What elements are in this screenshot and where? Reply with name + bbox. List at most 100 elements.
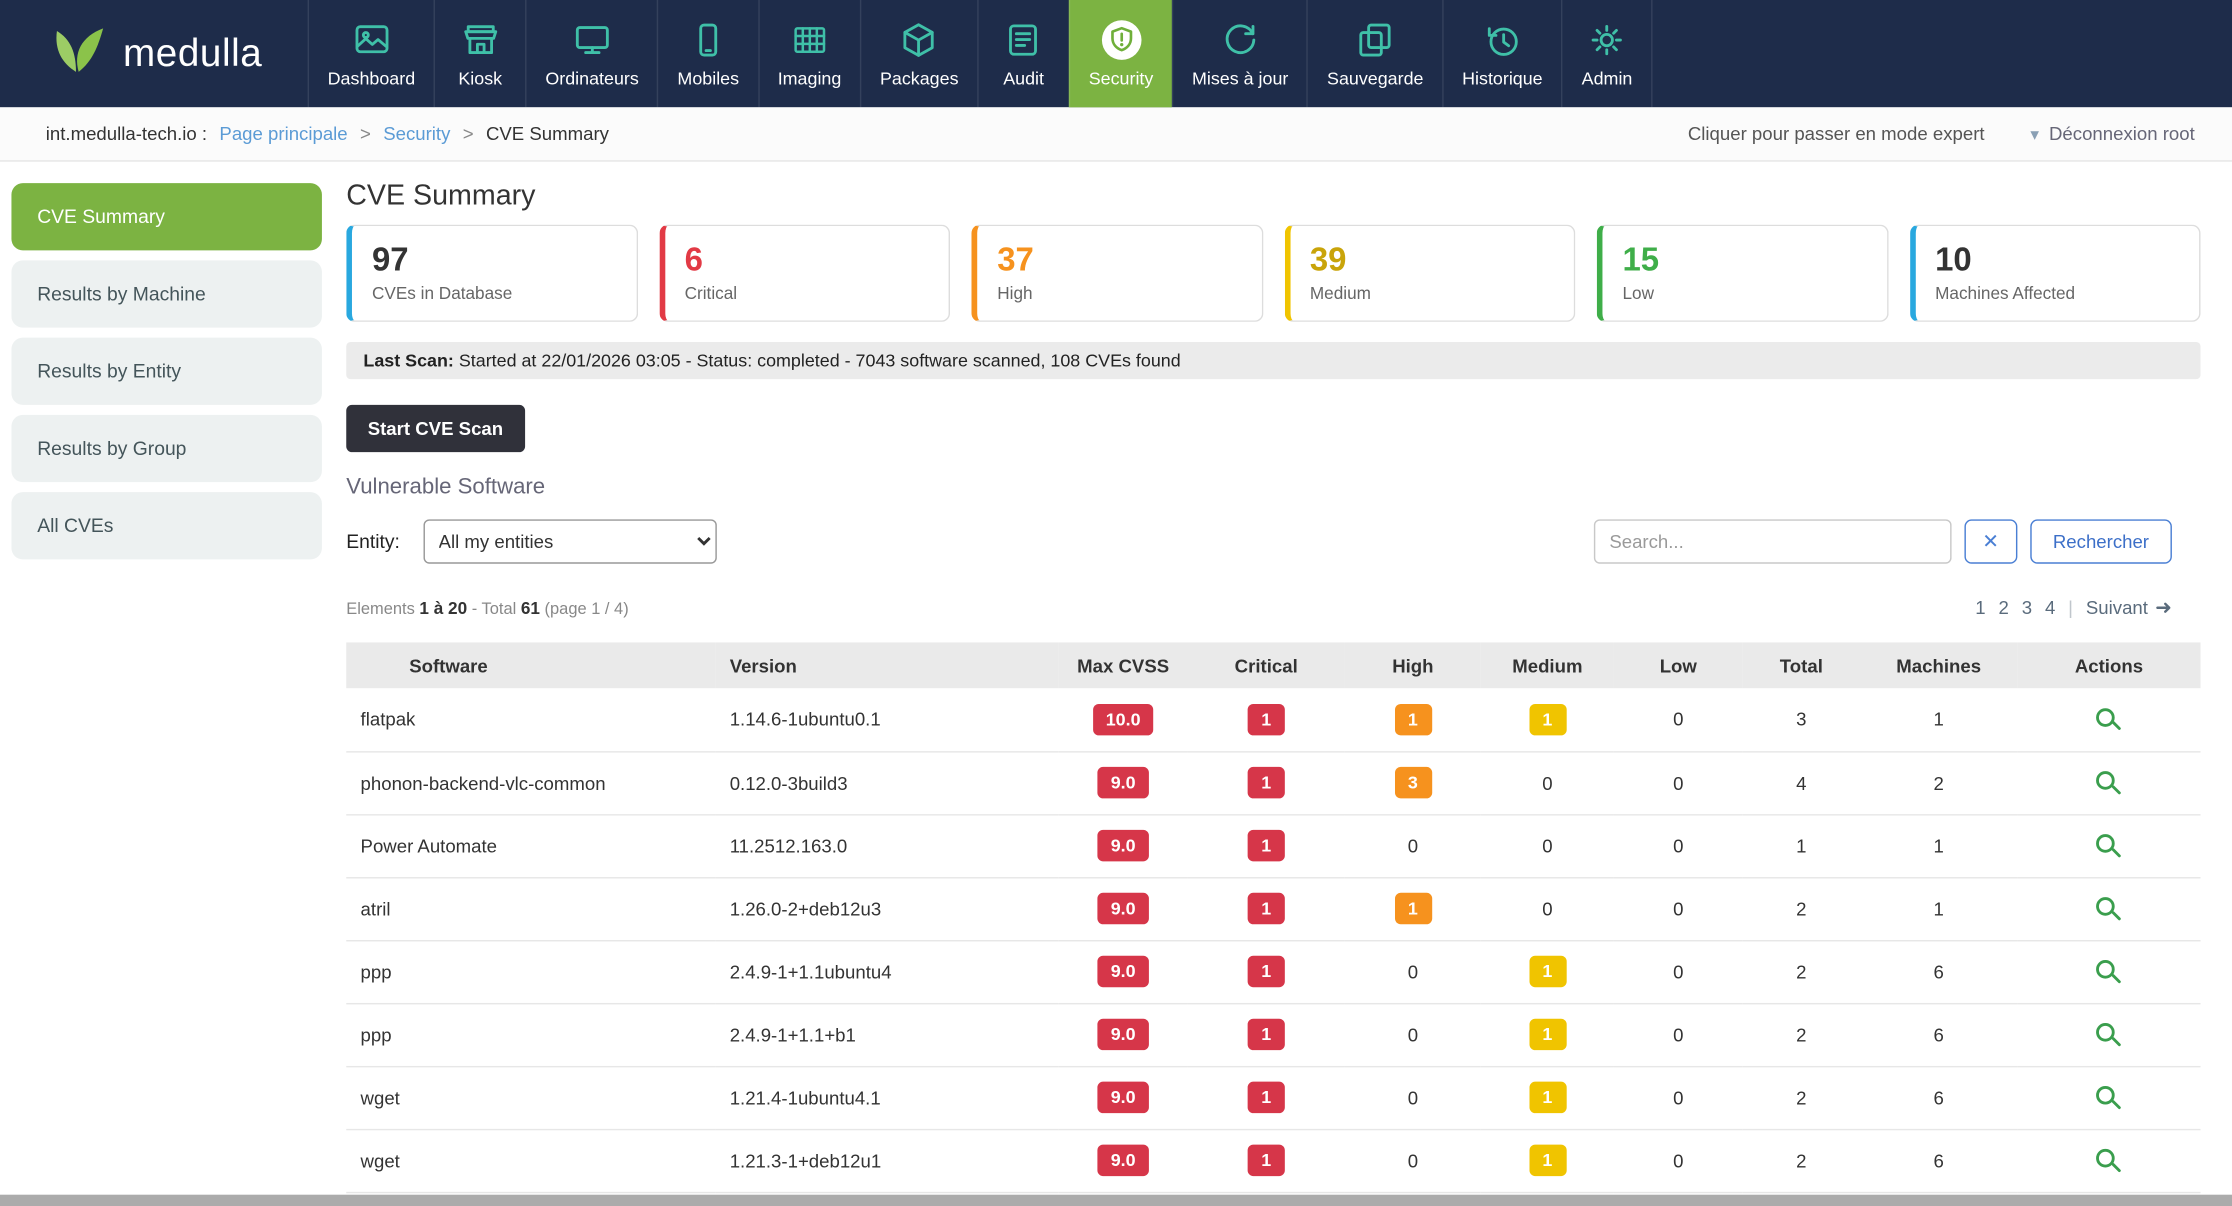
low-count: 0: [1614, 751, 1743, 814]
critical-count: 1: [1188, 688, 1345, 751]
view-details-magnifier-icon[interactable]: [2095, 1149, 2114, 1168]
nav-item-ordinateurs[interactable]: Ordinateurs: [525, 0, 657, 107]
nav-item-security[interactable]: Security: [1069, 0, 1172, 107]
high-count: 3: [1345, 751, 1481, 814]
view-details-magnifier-icon[interactable]: [2095, 708, 2114, 727]
pagination-page-3[interactable]: 3: [2022, 597, 2032, 618]
software-name: phonon-backend-vlc-common: [346, 751, 715, 814]
total-count: 4: [1743, 751, 1860, 814]
medium-count: 1: [1481, 1003, 1614, 1066]
actions-cell: [2017, 940, 2200, 1003]
breadcrumb-link-page-principale[interactable]: Page principale: [219, 123, 347, 144]
medium-count-badge: 1: [1529, 955, 1566, 987]
pagination-page-2[interactable]: 2: [1998, 597, 2008, 618]
nav-label: Packages: [880, 69, 959, 89]
stat-label: Machines Affected: [1935, 283, 2179, 303]
pagination-page-4[interactable]: 4: [2045, 597, 2055, 618]
software-version: 2.4.9-1+1.1ubuntu4: [715, 940, 1058, 1003]
critical-count-badge: 1: [1248, 892, 1285, 924]
view-details-magnifier-icon[interactable]: [2095, 771, 2114, 790]
logout-dropdown[interactable]: ▾ Déconnexion root: [2030, 123, 2194, 144]
view-details-magnifier-icon[interactable]: [2095, 897, 2114, 916]
software-name: atril: [346, 877, 715, 940]
column-header-high: High: [1345, 642, 1481, 688]
machines-count: 2: [1860, 751, 2017, 814]
nav-item-audit[interactable]: Audit: [977, 0, 1069, 107]
brand[interactable]: medulla: [0, 0, 308, 107]
sidebar-item-results-by-group[interactable]: Results by Group: [11, 415, 321, 482]
last-scan-status: Last Scan: Started at 22/01/2026 03:05 -…: [346, 342, 2200, 379]
packages-icon: [899, 19, 939, 62]
pagination-row: Elements 1 à 20 - Total 61 (page 1 / 4) …: [346, 595, 2200, 619]
stat-label: High: [997, 283, 1241, 303]
expert-mode-toggle[interactable]: Cliquer pour passer en mode expert: [1688, 123, 1985, 144]
sidebar-item-cve-summary[interactable]: CVE Summary: [11, 183, 321, 250]
table-row: phonon-backend-vlc-common0.12.0-3build39…: [346, 751, 2200, 814]
column-header-machines: Machines: [1860, 642, 2017, 688]
sidebar-item-all-cves[interactable]: All CVEs: [11, 492, 321, 559]
nav-item-admin[interactable]: Admin: [1561, 0, 1653, 107]
nav-label: Imaging: [778, 69, 842, 89]
view-details-magnifier-icon[interactable]: [2095, 834, 2114, 853]
column-header-software: Software: [346, 642, 715, 688]
software-version: 1.26.0-2+deb12u3: [715, 877, 1058, 940]
total-count: 2: [1743, 1066, 1860, 1129]
stat-cards: 97 CVEs in Database 6 Critical 37 High 3…: [346, 225, 2200, 322]
entity-select[interactable]: All my entities: [423, 519, 716, 563]
medium-count-badge: 1: [1529, 703, 1566, 735]
nav-item-dashboard[interactable]: Dashboard: [308, 0, 434, 107]
pagination-separator: |: [2068, 597, 2073, 618]
mobiles-icon: [688, 19, 728, 62]
next-label: Suivant: [2086, 597, 2148, 618]
max-cvss-badge: 9.0: [1098, 1018, 1149, 1050]
nav-item-historique[interactable]: Historique: [1442, 0, 1561, 107]
view-details-magnifier-icon[interactable]: [2095, 960, 2114, 979]
breadcrumb-link-security[interactable]: Security: [383, 123, 450, 144]
nav-item-sauvegarde[interactable]: Sauvegarde: [1307, 0, 1442, 107]
nav-item-kiosk[interactable]: Kiosk: [434, 0, 526, 107]
breadcrumb-actions: Cliquer pour passer en mode expert ▾ Déc…: [1688, 123, 2195, 144]
main-navigation: Dashboard Kiosk Ordinateurs Mobiles: [308, 0, 1653, 107]
top-navbar: medulla Dashboard Kiosk Ordinateurs: [0, 0, 2232, 107]
total-count: 2: [1743, 877, 1860, 940]
search-input[interactable]: [1594, 519, 1952, 563]
critical-count: 1: [1188, 751, 1345, 814]
audit-icon: [1004, 19, 1044, 62]
software-name: wget: [346, 1066, 715, 1129]
nav-label: Audit: [1003, 69, 1044, 89]
column-header-critical: Critical: [1188, 642, 1345, 688]
critical-count: 1: [1188, 940, 1345, 1003]
horizontal-scrollbar[interactable]: [0, 1195, 2232, 1206]
view-details-magnifier-icon[interactable]: [2095, 1023, 2114, 1042]
start-cve-scan-button[interactable]: Start CVE Scan: [346, 405, 524, 452]
nav-item-packages[interactable]: Packages: [860, 0, 977, 107]
max-cvss: 10.0: [1059, 688, 1188, 751]
clear-search-button[interactable]: ✕: [1964, 519, 2017, 563]
nav-item-mobiles[interactable]: Mobiles: [657, 0, 757, 107]
pagination-page-1[interactable]: 1: [1975, 597, 1985, 618]
max-cvss-badge: 10.0: [1093, 703, 1154, 735]
view-details-magnifier-icon[interactable]: [2095, 1086, 2114, 1105]
max-cvss: 9.0: [1059, 877, 1188, 940]
low-count: 0: [1614, 940, 1743, 1003]
table-row: atril1.26.0-2+deb12u39.0110021: [346, 877, 2200, 940]
nav-item-mises-a-jour[interactable]: Mises à jour: [1172, 0, 1307, 107]
content-area: CVE Summary Results by Machine Results b…: [0, 162, 2232, 1206]
max-cvss: 9.0: [1059, 1129, 1188, 1192]
software-version: 1.14.6-1ubuntu0.1: [715, 688, 1058, 751]
actions-cell: [2017, 877, 2200, 940]
sidebar-item-results-by-machine[interactable]: Results by Machine: [11, 260, 321, 327]
software-name: Power Automate: [346, 814, 715, 877]
max-cvss-badge: 9.0: [1098, 955, 1149, 987]
search-button[interactable]: Rechercher: [2030, 519, 2172, 563]
machines-count: 1: [1860, 688, 2017, 751]
stat-label: Critical: [685, 283, 929, 303]
sidebar-item-label: Results by Entity: [37, 361, 181, 382]
critical-count: 1: [1188, 1129, 1345, 1192]
pagination-next[interactable]: Suivant ➜: [2086, 595, 2172, 619]
admin-gear-icon: [1587, 19, 1627, 62]
table-row: wget1.21.3-1+deb12u19.0101026: [346, 1129, 2200, 1192]
nav-item-imaging[interactable]: Imaging: [758, 0, 860, 107]
sidebar-item-results-by-entity[interactable]: Results by Entity: [11, 338, 321, 405]
filter-row: Entity: All my entities ✕ Rechercher: [346, 519, 2200, 563]
